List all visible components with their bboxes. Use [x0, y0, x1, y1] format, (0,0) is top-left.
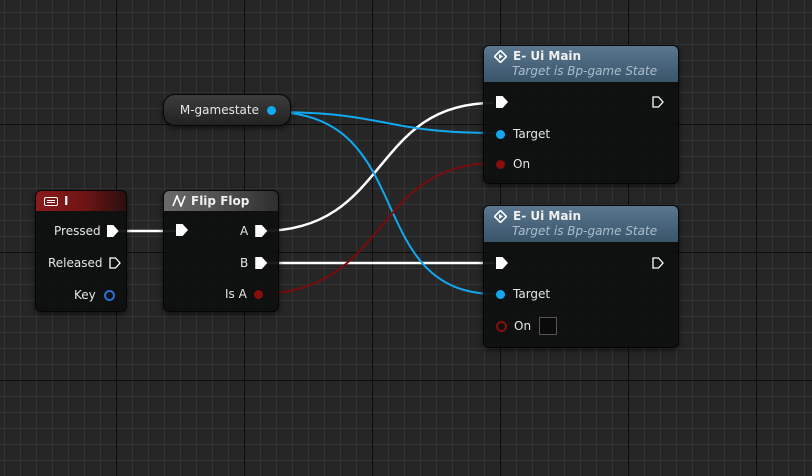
input-key-title: I — [64, 194, 69, 208]
flipflop-a-exec-pin[interactable] — [255, 225, 268, 237]
wire-isa-to-on-1 — [257, 162, 497, 295]
function-icon — [494, 49, 507, 63]
wire-a-to-ui-main-1 — [261, 101, 494, 233]
ui-main-node-2-subtitle: Target is Bp-game State — [512, 224, 658, 238]
flipflop-b-label: B — [240, 256, 249, 270]
ui-main-2-exec-out-row[interactable] — [652, 257, 664, 269]
ui-main-2-target-row[interactable]: Target — [496, 287, 550, 301]
ui-main-2-on-row[interactable]: On — [496, 317, 558, 335]
ui-main-node-1-subtitle: Target is Bp-game State — [512, 64, 658, 78]
key-pin-row[interactable]: Key — [74, 288, 115, 302]
ui-main-2-on-checkbox[interactable] — [539, 317, 558, 335]
flipflop-isa-row[interactable]: Is A — [225, 287, 263, 301]
ui-main-1-exec-out-row[interactable] — [652, 96, 664, 108]
gamestate-output-pin[interactable] — [267, 105, 276, 115]
gamestate-variable-node[interactable]: M-gamestate — [163, 94, 291, 126]
flipflop-exec-input-pin[interactable] — [176, 224, 188, 236]
ui-main-1-on-label: On — [513, 157, 531, 171]
ui-main-2-exec-in-pin[interactable] — [496, 257, 508, 269]
ui-main-2-exec-in-row[interactable] — [496, 257, 508, 269]
ui-main-node-1-title: E- Ui Main — [513, 49, 582, 63]
flipflop-isa-pin[interactable] — [253, 289, 263, 299]
released-pin-row[interactable]: Released — [48, 256, 121, 270]
pressed-pin-row[interactable]: Pressed — [54, 224, 119, 238]
flipflop-icon — [172, 195, 186, 207]
ui-main-1-on-row[interactable]: On — [496, 157, 530, 171]
ui-main-1-target-label: Target — [513, 127, 551, 141]
flipflop-b-row[interactable]: B — [240, 256, 268, 270]
gamestate-variable-label: M-gamestate — [179, 103, 259, 117]
key-output-pin[interactable] — [103, 289, 115, 301]
ui-main-2-on-label: On — [514, 319, 532, 333]
flipflop-a-label: A — [240, 224, 249, 238]
flipflop-title: Flip Flop — [191, 194, 250, 208]
keyboard-icon — [44, 196, 58, 206]
ui-main-1-target-row[interactable]: Target — [496, 127, 550, 141]
flipflop-b-exec-pin[interactable] — [255, 257, 268, 269]
pressed-label: Pressed — [54, 224, 101, 238]
key-label: Key — [74, 288, 96, 302]
ui-main-1-exec-in-row[interactable] — [496, 96, 508, 108]
ui-main-2-exec-out-pin[interactable] — [652, 257, 664, 269]
released-exec-pin[interactable] — [108, 257, 121, 269]
ui-main-1-target-pin[interactable] — [496, 129, 505, 139]
ui-main-2-on-pin[interactable] — [496, 320, 507, 332]
ui-main-node-2-title: E- Ui Main — [513, 209, 582, 223]
ui-main-node-2-header: E- Ui Main Target is Bp-game State — [484, 206, 678, 242]
wire-gamestate-to-target-2 — [270, 111, 497, 295]
pressed-exec-pin[interactable] — [106, 225, 119, 237]
flipflop-exec-input-row[interactable] — [176, 224, 188, 236]
ui-main-1-on-pin[interactable] — [496, 159, 505, 169]
ui-main-node-1-header: E- Ui Main Target is Bp-game State — [484, 46, 678, 82]
function-icon — [494, 209, 507, 223]
ui-main-1-exec-out-pin[interactable] — [652, 96, 664, 108]
wire-gamestate-to-target-1 — [270, 111, 497, 134]
flipflop-isa-label: Is A — [225, 287, 247, 301]
flipflop-a-row[interactable]: A — [240, 224, 268, 238]
released-label: Released — [48, 256, 103, 270]
input-key-header: I — [36, 191, 126, 211]
flipflop-header: Flip Flop — [164, 191, 278, 211]
ui-main-1-exec-in-pin[interactable] — [496, 96, 508, 108]
ui-main-2-target-pin[interactable] — [496, 289, 505, 299]
ui-main-2-target-label: Target — [513, 287, 551, 301]
